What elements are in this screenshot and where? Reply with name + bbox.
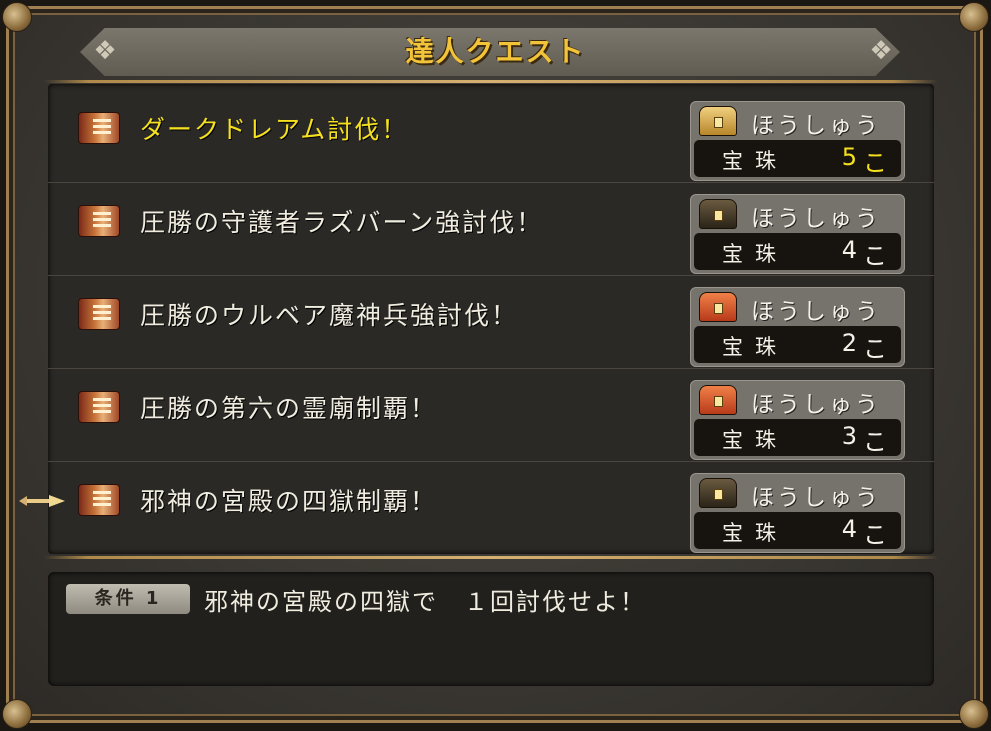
pointer-cursor-icon [19,495,65,507]
quest-row[interactable]: 圧勝の第六の霊廟制覇！ ほうしゅう 宝珠 3 こ [48,369,934,462]
quest-row[interactable]: 圧勝の守護者ラズバーン強討伐！ ほうしゅう 宝珠 4 こ [48,183,934,276]
reward-quantity: 4 [841,236,857,264]
quest-row[interactable]: 圧勝のウルベア魔神兵強討伐！ ほうしゅう 宝珠 2 こ [48,276,934,369]
quest-title: ダークドレアム討伐！ [140,115,409,144]
divider [44,80,938,83]
reward-unit: こ [863,242,887,270]
reward-quantity: 3 [841,422,857,450]
corner-ornament-icon [959,2,989,32]
reward-unit: こ [863,428,887,456]
reward-label: ほうしゅう [751,392,881,418]
reward-unit: こ [863,149,887,177]
reward-quantity: 4 [841,515,857,543]
reward-item: 宝珠 [722,242,788,266]
reward-unit: こ [863,521,887,549]
quest-title: 邪神の宮殿の四獄制覇！ [140,487,438,516]
reward-box: ほうしゅう 宝珠 2 こ [690,287,905,367]
dark-chest-icon [699,199,737,229]
reward-item: 宝珠 [722,521,788,545]
reward-box: ほうしゅう 宝珠 3 こ [690,380,905,460]
quest-title: 圧勝の第六の霊廟制覇！ [140,394,438,423]
reward-box: ほうしゅう 宝珠 4 こ [690,473,905,553]
corner-ornament-icon [2,2,32,32]
reward-unit: こ [863,335,887,363]
condition-badge: 条件 1 [66,584,190,614]
red-chest-icon [699,292,737,322]
corner-ornament-icon [959,699,989,729]
dark-chest-icon [699,478,737,508]
quest-row[interactable]: ダークドレアム討伐！ ほうしゅう 宝珠 5 こ [48,90,934,183]
quest-scroll-icon [78,484,120,516]
reward-item: 宝珠 [722,149,788,173]
reward-quantity: 2 [841,329,857,357]
window-title: 達人クエスト [405,35,586,68]
reward-label: ほうしゅう [751,299,881,325]
quest-scroll-icon [78,391,120,423]
reward-label: ほうしゅう [751,113,881,139]
gold-chest-icon [699,106,737,136]
quest-title: 圧勝のウルベア魔神兵強討伐！ [140,301,519,330]
red-chest-icon [699,385,737,415]
condition-text: 邪神の宮殿の四獄で １回討伐せよ！ [204,588,646,616]
reward-item: 宝珠 [722,335,788,359]
quest-scroll-icon [78,112,120,144]
reward-label: ほうしゅう [751,206,881,232]
condition-panel: 条件 1 邪神の宮殿の四獄で １回討伐せよ！ [48,572,934,686]
reward-label: ほうしゅう [751,485,881,511]
corner-ornament-icon [2,699,32,729]
quest-row[interactable]: 邪神の宮殿の四獄制覇！ ほうしゅう 宝珠 4 こ [48,462,934,555]
divider [44,556,938,559]
reward-item: 宝珠 [722,428,788,452]
reward-box: ほうしゅう 宝珠 5 こ [690,101,905,181]
reward-box: ほうしゅう 宝珠 4 こ [690,194,905,274]
quest-title: 圧勝の守護者ラズバーン強討伐！ [140,208,544,237]
quest-scroll-icon [78,205,120,237]
reward-quantity: 5 [841,143,857,171]
quest-scroll-icon [78,298,120,330]
